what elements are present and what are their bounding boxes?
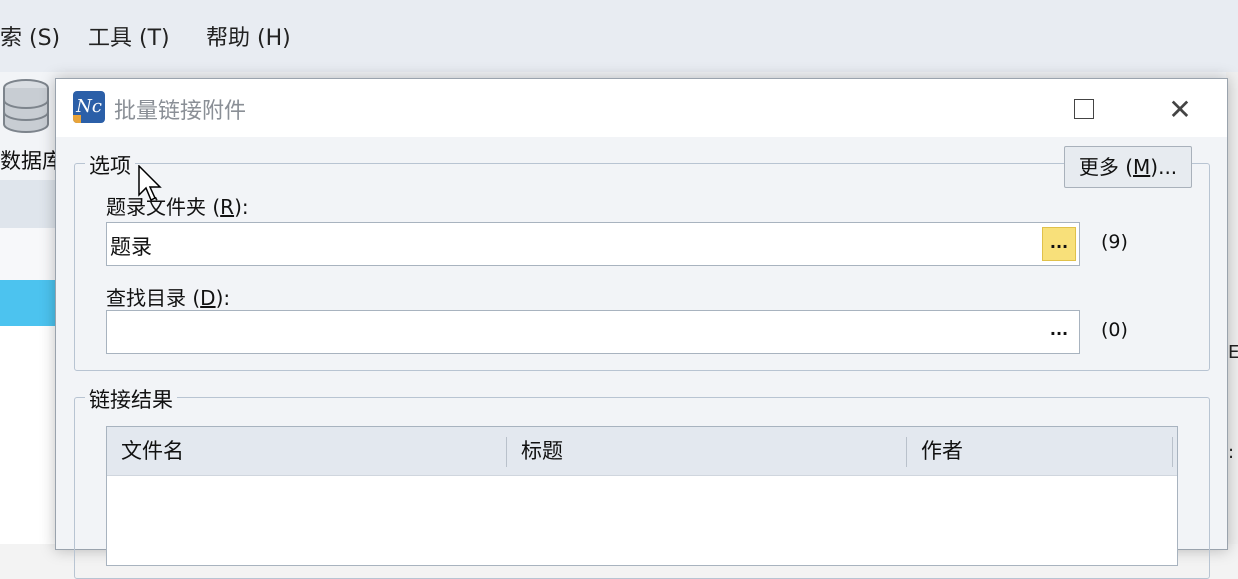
dialog-title: 批量链接附件 (114, 99, 247, 124)
column-separator[interactable] (1172, 437, 1173, 467)
menu-tools[interactable]: 工具 (T) (88, 20, 170, 52)
results-list-header: 文件名 标题 作者 (107, 427, 1177, 476)
dialog-titlebar[interactable]: Nc 批量链接附件 ✕ (56, 79, 1227, 137)
column-header-title[interactable]: 标题 (507, 427, 907, 475)
background-edge-glyph: : (1228, 442, 1235, 463)
background-menubar: 索 (S) 工具 (T) 帮助 (H) (0, 0, 1238, 72)
database-button-label: 数据库 (0, 149, 63, 173)
maximize-button[interactable] (1067, 92, 1101, 126)
results-legend: 链接结果 (85, 384, 177, 414)
record-folder-count: (9) (1101, 231, 1128, 253)
close-icon: ✕ (1168, 92, 1192, 126)
record-folder-label: 题录文件夹 (R): (106, 195, 249, 219)
search-dir-count: (0) (1101, 319, 1128, 341)
record-folder-browse-button[interactable]: ... (1042, 227, 1076, 261)
results-list[interactable]: 文件名 标题 作者 (106, 426, 1178, 566)
options-legend: 选项 (85, 150, 135, 180)
column-header-filename[interactable]: 文件名 (107, 427, 507, 475)
search-dir-label: 查找目录 (D): (106, 286, 231, 310)
record-folder-input[interactable]: 题录 ... (106, 222, 1080, 266)
app-logo-icon: Nc (73, 91, 105, 123)
menu-help[interactable]: 帮助 (H) (206, 20, 291, 52)
database-icon[interactable] (2, 78, 50, 138)
column-header-author[interactable]: 作者 (907, 427, 1172, 475)
batch-link-dialog: Nc 批量链接附件 ✕ 选项 更多 (M)... 题录文件夹 (R): 题录 .… (55, 78, 1228, 579)
search-dir-browse-button[interactable]: ... (1042, 315, 1076, 349)
maximize-icon (1074, 99, 1094, 119)
more-button[interactable]: 更多 (M)... (1064, 146, 1192, 188)
background-edge-glyph: E (1228, 342, 1238, 363)
search-dir-input[interactable]: ... (106, 310, 1080, 354)
mouse-cursor-icon (138, 165, 162, 202)
menu-search[interactable]: 索 (S) (0, 20, 60, 52)
close-button[interactable]: ✕ (1162, 92, 1198, 126)
